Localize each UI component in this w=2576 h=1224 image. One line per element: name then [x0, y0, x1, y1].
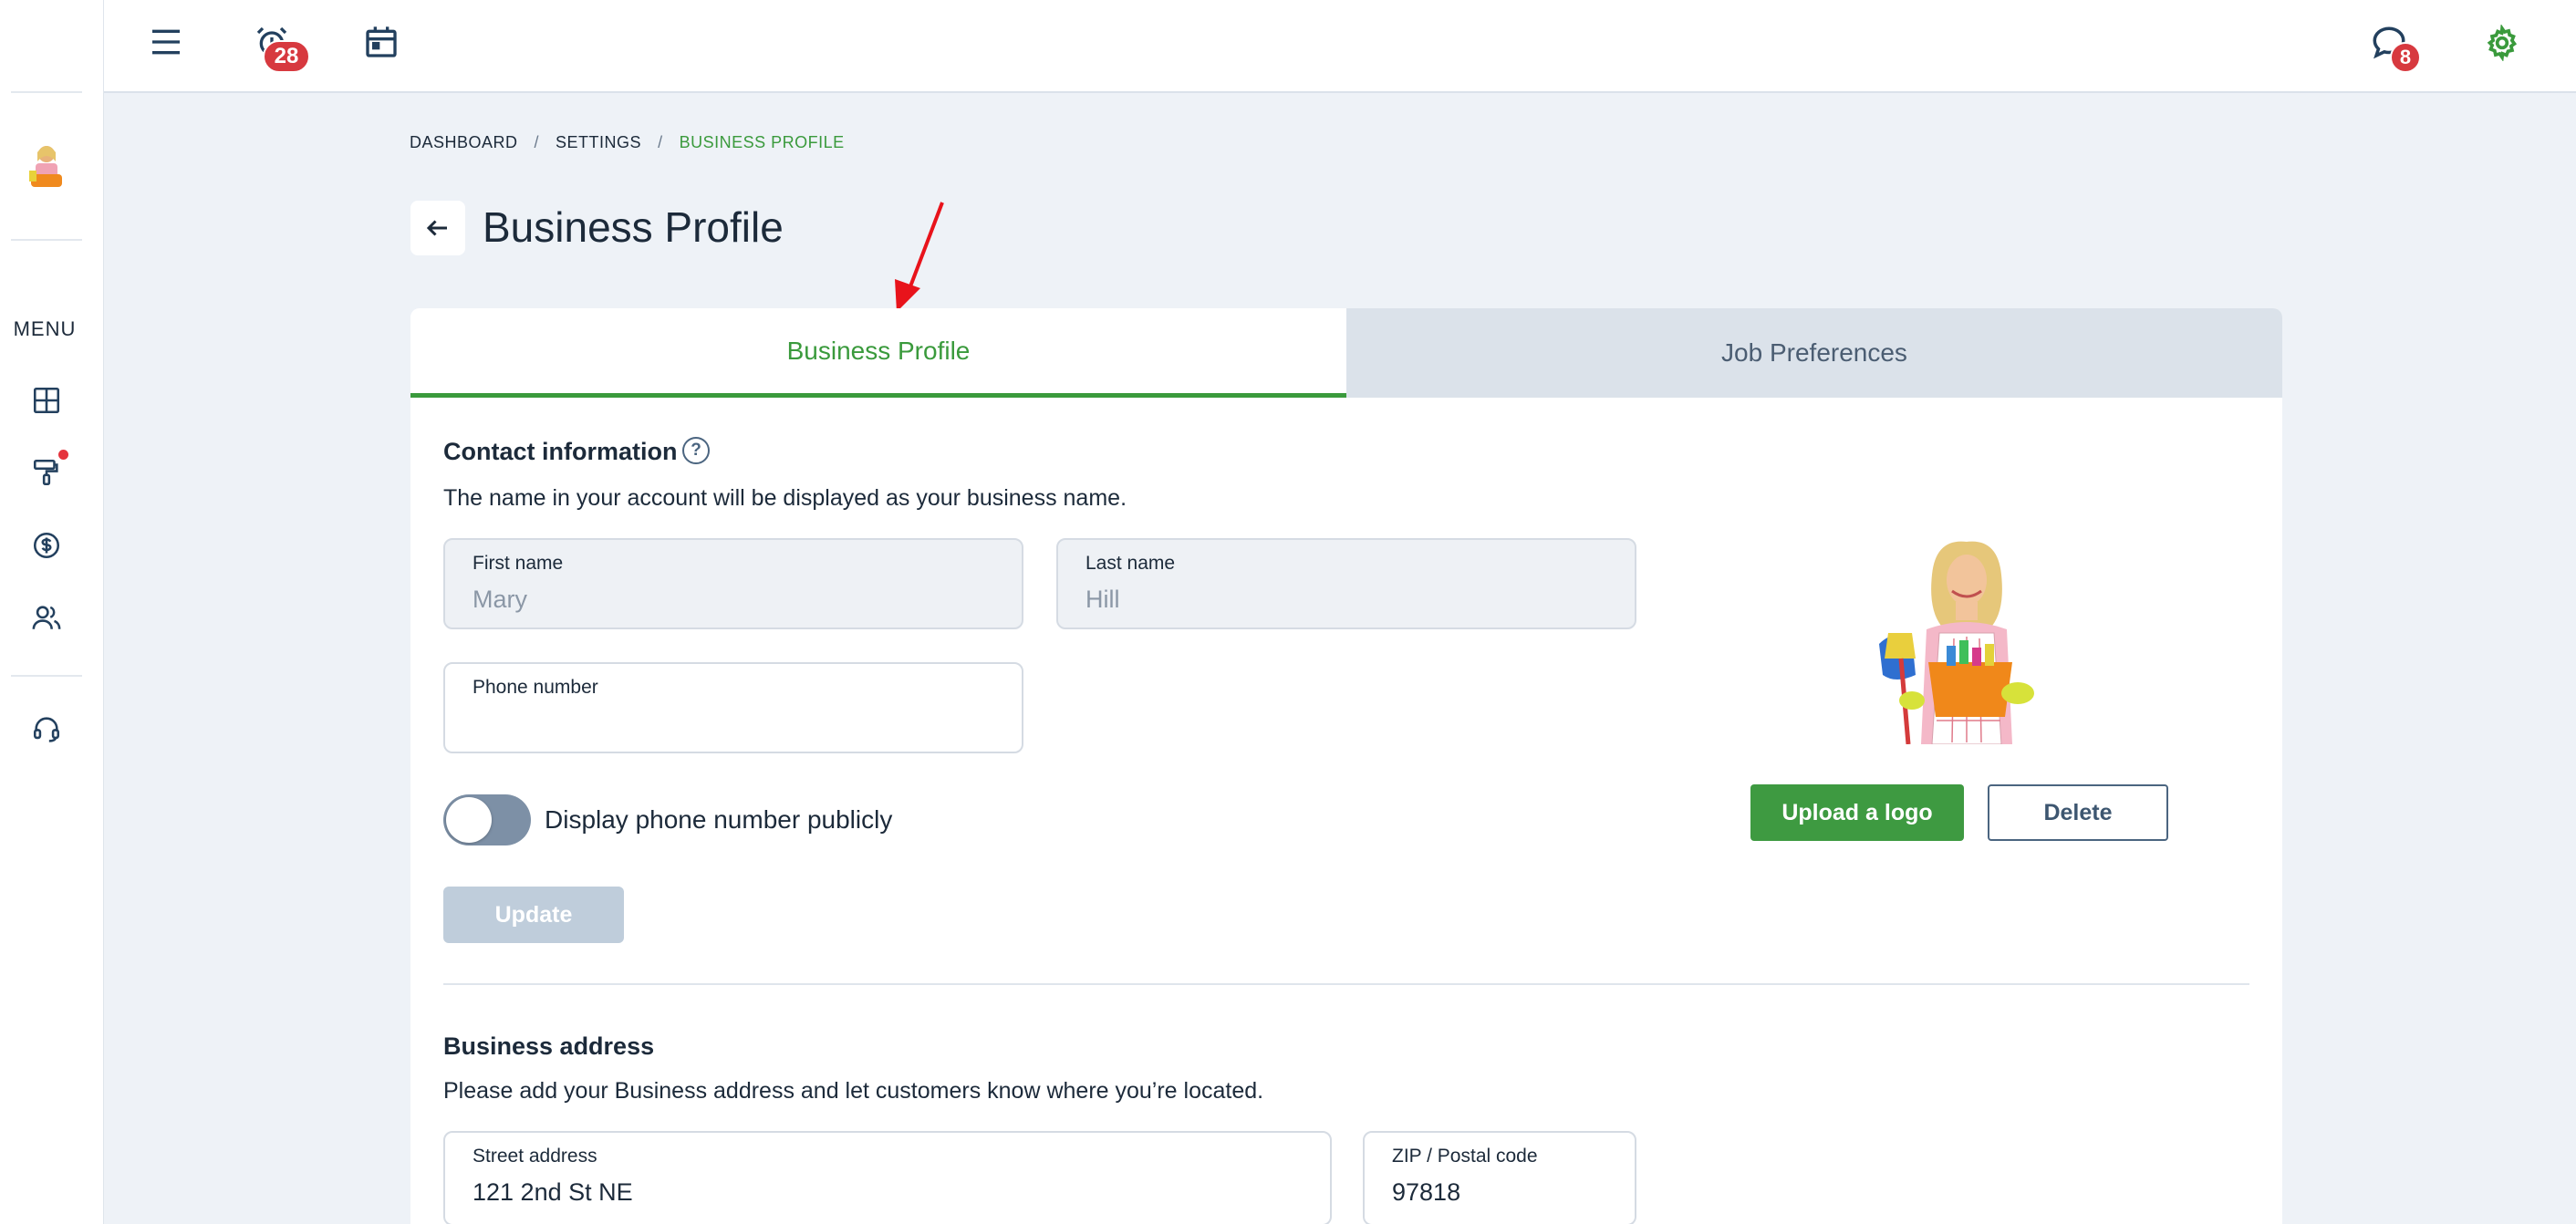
business-address-description: Please add your Business address and let… — [443, 1078, 1264, 1104]
zip-code-field[interactable]: ZIP / Postal code 97818 — [1363, 1131, 1636, 1224]
tab-job-preferences[interactable]: Job Preferences — [1346, 308, 2282, 398]
street-address-field[interactable]: Street address 121 2nd St NE — [443, 1131, 1332, 1224]
last-name-field[interactable]: Last name Hill — [1056, 538, 1636, 629]
section-divider — [443, 983, 2249, 985]
annotation-arrow-icon — [895, 202, 944, 312]
phone-number-field[interactable]: Phone number — [443, 662, 1023, 753]
zip-code-label: ZIP / Postal code — [1392, 1146, 1538, 1167]
calendar-icon[interactable] — [359, 20, 403, 64]
profile-card: Business Profile Job Preferences Contact… — [410, 308, 2282, 1224]
last-name-label: Last name — [1085, 553, 1176, 574]
street-address-value: 121 2nd St NE — [473, 1178, 633, 1206]
users-icon[interactable] — [27, 598, 66, 637]
breadcrumb-separator: / — [534, 133, 540, 151]
breadcrumb-separator: / — [658, 133, 663, 151]
sidebar-divider — [11, 91, 82, 93]
zip-code-value: 97818 — [1392, 1178, 1461, 1206]
breadcrumb-settings[interactable]: SETTINGS — [556, 133, 641, 152]
first-name-label: First name — [473, 553, 564, 574]
help-icon[interactable]: ? — [682, 437, 710, 464]
business-address-title: Business address — [443, 1032, 655, 1060]
toggle-knob — [446, 797, 492, 843]
delete-logo-button[interactable]: Delete — [1988, 784, 2168, 841]
tab-bar: Business Profile Job Preferences — [410, 308, 2282, 398]
first-name-value: Mary — [473, 586, 527, 613]
contact-info-description: The name in your account will be display… — [443, 485, 1127, 511]
top-bar: 28 8 — [104, 0, 2576, 93]
menu-label: MENU — [13, 317, 77, 340]
paint-roller-icon[interactable] — [27, 453, 66, 492]
display-phone-label: Display phone number publicly — [545, 805, 893, 834]
contact-info-title: Contact information — [443, 438, 678, 465]
update-button[interactable]: Update — [443, 887, 624, 943]
street-address-label: Street address — [473, 1146, 597, 1167]
sidebar: MENU — [0, 0, 104, 1224]
page-title: Business Profile — [483, 203, 784, 251]
upload-logo-button[interactable]: Upload a logo — [1750, 784, 1964, 841]
back-button[interactable] — [410, 201, 465, 255]
headset-support-icon[interactable] — [27, 710, 66, 748]
first-name-field[interactable]: First name Mary — [443, 538, 1023, 629]
last-name-value: Hill — [1085, 586, 1120, 613]
business-logo-image — [1879, 541, 2034, 744]
notification-dot — [58, 450, 68, 460]
avatar[interactable] — [22, 141, 71, 196]
breadcrumb: DASHBOARD / SETTINGS / BUSINESS PROFILE — [410, 133, 845, 152]
display-phone-toggle[interactable] — [443, 794, 531, 845]
gear-icon[interactable] — [2479, 20, 2525, 66]
phone-number-label: Phone number — [473, 677, 598, 698]
tab-business-profile[interactable]: Business Profile — [410, 308, 1346, 398]
arrow-left-icon — [426, 220, 447, 236]
alarm-badge: 28 — [263, 40, 310, 73]
dashboard-grid-icon[interactable] — [27, 381, 66, 420]
hamburger-menu-icon[interactable] — [144, 20, 188, 64]
sidebar-divider — [11, 239, 82, 241]
sidebar-divider — [11, 675, 82, 677]
messages-badge: 8 — [2390, 42, 2421, 73]
breadcrumb-dashboard[interactable]: DASHBOARD — [410, 133, 518, 152]
breadcrumb-business-profile: BUSINESS PROFILE — [679, 133, 845, 151]
dollar-circle-icon[interactable] — [27, 526, 66, 565]
